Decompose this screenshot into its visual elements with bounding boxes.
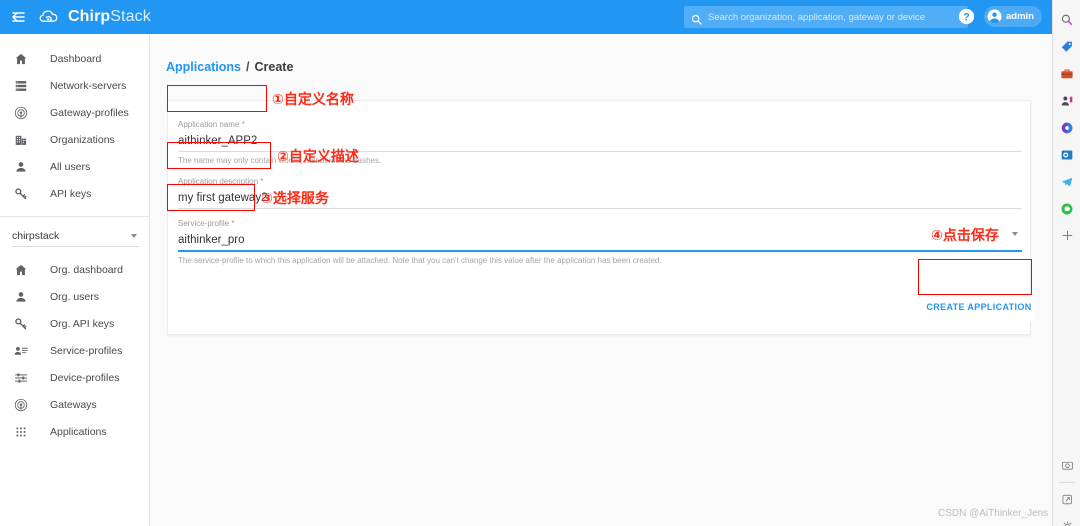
breadcrumb-separator: /	[246, 60, 250, 74]
home-icon	[14, 50, 36, 68]
breadcrumb: Applications / Create	[166, 60, 293, 74]
brand-title: ChirpStack	[68, 8, 151, 26]
sidebar-item-network-servers[interactable]: Network-servers	[0, 72, 149, 99]
server-icon	[14, 77, 36, 95]
antenna-icon	[14, 396, 36, 414]
brand-title-light: Stack	[110, 8, 151, 25]
plus-icon[interactable]	[1053, 222, 1080, 249]
sidebar-item-service-profiles[interactable]: Service-profiles	[0, 337, 149, 364]
application-name-input[interactable]	[178, 131, 1022, 151]
service-profile-field: Service-profile * The service-profile to…	[178, 219, 1022, 265]
user-name-label: admin	[1006, 11, 1034, 22]
person-icon	[14, 158, 36, 176]
app-header: ChirpStack ?	[0, 0, 1052, 34]
help-circle-icon[interactable]: ?	[958, 8, 975, 25]
application-description-field: Application description *	[178, 177, 1022, 209]
sliders-icon	[14, 369, 36, 387]
application-name-label: Application name *	[178, 120, 245, 129]
search-icon[interactable]	[1053, 6, 1080, 33]
browser-window: ChirpStack ?	[0, 0, 1080, 526]
breadcrumb-current: Create	[254, 60, 294, 74]
sidebar-label: Org. dashboard	[50, 263, 123, 276]
grid-apps-icon	[14, 423, 36, 441]
svg-text:?: ?	[963, 11, 969, 23]
chat-green-icon[interactable]	[1053, 195, 1080, 222]
person-icon	[14, 288, 36, 306]
key-icon	[14, 315, 36, 333]
sidebar-label: Gateway-profiles	[50, 106, 129, 119]
application-name-field: Application name * The name may only con…	[178, 120, 1022, 165]
application-name-underline	[178, 151, 1022, 152]
sidebar-label: Organizations	[50, 133, 115, 146]
tag-icon[interactable]	[1053, 33, 1080, 60]
application-name-help: The name may only contain words, numbers…	[178, 156, 382, 165]
sidebar-item-api-keys[interactable]: API keys	[0, 180, 149, 207]
home-icon	[14, 261, 36, 279]
chirpstack-cloud-logo	[38, 5, 62, 29]
rail-divider	[1059, 482, 1075, 483]
create-application-button[interactable]: CREATE APPLICATION	[923, 293, 1035, 321]
watermark-text: CSDN @AiThinker_Jens	[938, 508, 1049, 519]
sidebar-label: Applications	[50, 425, 107, 438]
sidebar-item-gateway-profiles[interactable]: Gateway-profiles	[0, 99, 149, 126]
sidebar-label: Network-servers	[50, 79, 127, 92]
sidebar-item-all-users[interactable]: All users	[0, 153, 149, 180]
organization-selector[interactable]: chirpstack	[12, 227, 139, 247]
account-circle-icon	[987, 9, 1002, 24]
open-external-icon[interactable]	[1053, 486, 1080, 513]
create-application-card: Application name * The name may only con…	[167, 100, 1035, 335]
outlook-icon[interactable]	[1053, 141, 1080, 168]
main-content: Applications / Create Application name *…	[150, 34, 1052, 526]
building-icon	[14, 131, 36, 149]
menu-collapse-icon[interactable]	[0, 0, 34, 34]
settings-gear-icon[interactable]	[1053, 513, 1080, 526]
brand-title-bold: Chirp	[68, 8, 111, 25]
contact-icon[interactable]	[1053, 87, 1080, 114]
sidebar-label: Dashboard	[50, 52, 102, 65]
chevron-down-icon	[131, 233, 137, 238]
sidebar-label: Org. users	[50, 290, 100, 303]
application-description-label: Application description *	[178, 177, 264, 186]
sidebar-item-org-users[interactable]: Org. users	[0, 283, 149, 310]
briefcase-icon[interactable]	[1053, 60, 1080, 87]
sidebar-label: Org. API keys	[50, 317, 115, 330]
user-menu[interactable]: admin	[984, 6, 1042, 27]
sidebar-item-dashboard[interactable]: Dashboard	[0, 45, 149, 72]
sidebar-item-organizations[interactable]: Organizations	[0, 126, 149, 153]
screenshot-icon[interactable]	[1053, 452, 1080, 479]
service-profile-help: The service-profile to which this applic…	[178, 255, 662, 265]
sidebar-item-gateways[interactable]: Gateways	[0, 391, 149, 418]
person-list-icon	[14, 342, 36, 360]
application-description-underline	[178, 208, 1022, 209]
key-icon	[14, 185, 36, 203]
circle-badge-icon[interactable]	[1053, 114, 1080, 141]
sidebar-item-device-profiles[interactable]: Device-profiles	[0, 364, 149, 391]
sidebar-item-org-api-keys[interactable]: Org. API keys	[0, 310, 149, 337]
left-sidebar: Dashboard Network-servers Gateway-profil…	[0, 34, 150, 526]
service-profile-underline	[178, 250, 1022, 252]
brand-logo-group[interactable]: ChirpStack	[38, 5, 151, 29]
antenna-icon	[14, 104, 36, 122]
sidebar-divider	[0, 216, 149, 217]
browser-sidebar-rail	[1052, 0, 1080, 526]
sidebar-label: API keys	[50, 187, 92, 200]
sidebar-label: Device-profiles	[50, 371, 120, 384]
sidebar-item-applications[interactable]: Applications	[0, 418, 149, 445]
chevron-down-icon[interactable]	[1012, 232, 1018, 236]
breadcrumb-applications-link[interactable]: Applications	[166, 60, 241, 74]
application-description-input[interactable]	[178, 188, 1022, 208]
sidebar-item-org-dashboard[interactable]: Org. dashboard	[0, 256, 149, 283]
rail-bottom-group	[1053, 452, 1080, 526]
global-search[interactable]	[684, 6, 968, 28]
sidebar-label: All users	[50, 160, 91, 173]
organization-selector-value: chirpstack	[12, 229, 60, 242]
sidebar-label: Gateways	[50, 398, 97, 411]
service-profile-input[interactable]	[178, 230, 1022, 250]
search-icon	[691, 12, 702, 25]
telegram-icon[interactable]	[1053, 168, 1080, 195]
search-input[interactable]	[708, 11, 961, 23]
sidebar-label: Service-profiles	[50, 344, 123, 357]
service-profile-label: Service-profile *	[178, 219, 235, 228]
